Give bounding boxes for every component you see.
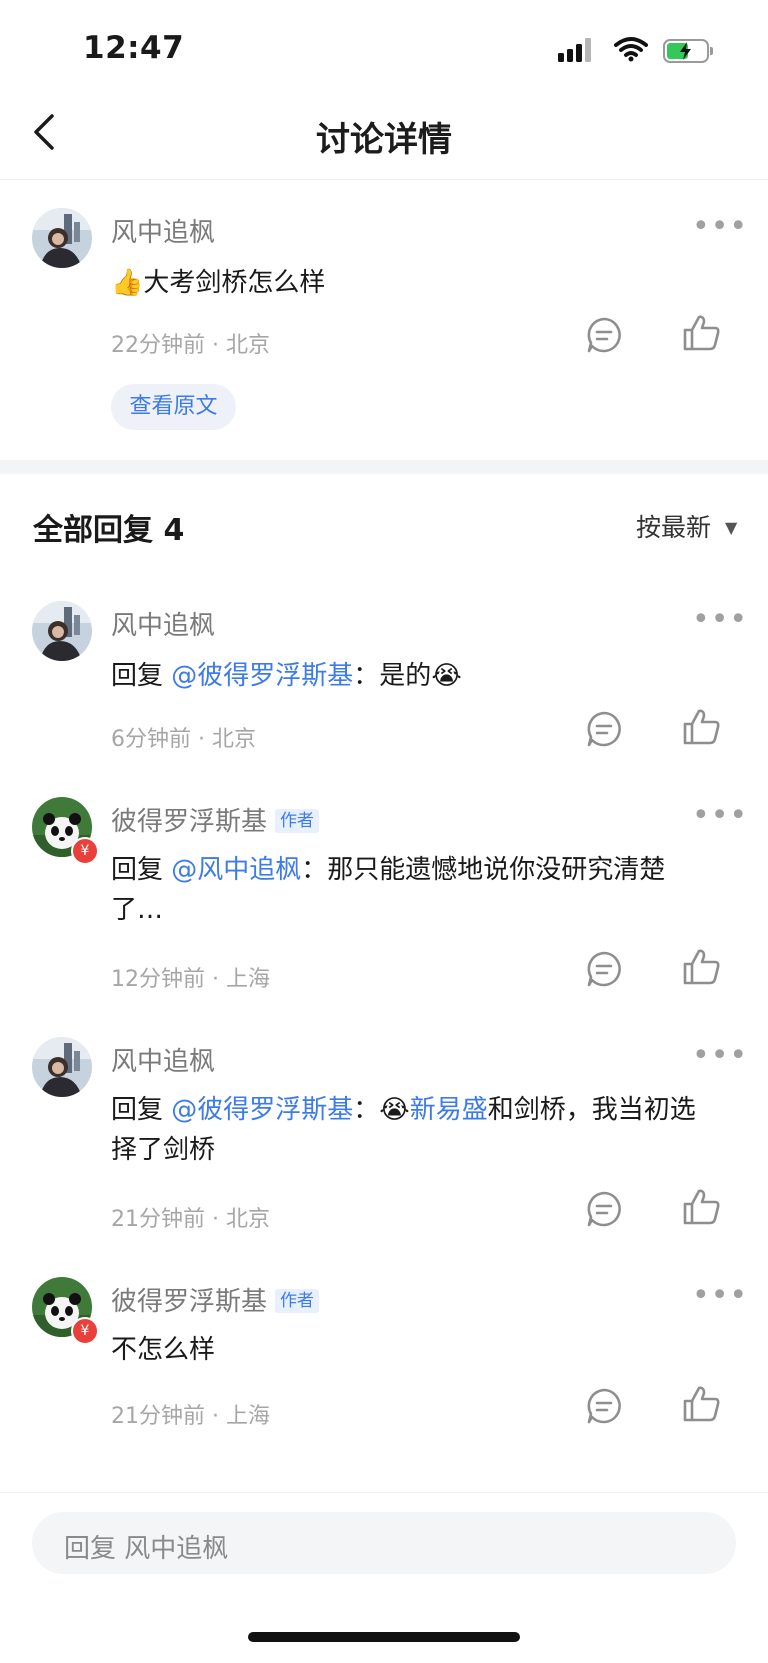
thumbs-up-icon [683, 1386, 720, 1422]
thumbs-up-icon [683, 949, 720, 985]
username[interactable]: 风中追枫 [111, 212, 215, 249]
sort-label: 按最新 [636, 513, 712, 542]
avatar[interactable] [32, 208, 92, 268]
comment-button[interactable] [585, 1190, 623, 1228]
comment-icon [587, 1191, 621, 1227]
reply-meta: 6分钟前 · 北京 [111, 727, 256, 752]
replies-count-title: 全部回复 4 [33, 513, 185, 548]
author-badge: 作者 [275, 1289, 320, 1313]
comment-icon [587, 317, 621, 353]
thumbs-up-icon [683, 709, 720, 745]
comment-icon [587, 951, 621, 987]
like-button[interactable] [682, 1384, 722, 1424]
comment-button[interactable] [585, 710, 623, 748]
reply-input-placeholder: 回复 风中追枫 [64, 1534, 229, 1564]
username-with-badge[interactable]: 彼得罗浮斯基 作者 [111, 801, 320, 838]
like-button[interactable] [682, 1187, 722, 1227]
comment-button[interactable] [585, 950, 623, 988]
status-time: 12:47 [83, 30, 185, 66]
username-with-badge[interactable]: 彼得罗浮斯基 作者 [111, 1281, 320, 1318]
avatar[interactable] [32, 601, 92, 661]
battery-icon [663, 39, 713, 63]
home-indicator[interactable] [248, 1632, 520, 1642]
cellular-signal-icon [558, 38, 594, 62]
reply-text: 回复 @彼得罗浮斯基：是的😭 [111, 661, 462, 691]
reply-text: 回复 @风中追枫：那只能遗憾地说你没研究清楚 了… [111, 855, 666, 925]
reply-meta: 21分钟前 · 上海 [111, 1404, 270, 1429]
crying-emoji: 😭 [379, 1095, 410, 1125]
like-button[interactable] [682, 947, 722, 987]
username[interactable]: 风中追枫 [111, 1041, 215, 1078]
crying-emoji: 😭 [431, 661, 462, 691]
more-options-icon[interactable]: ••• [692, 798, 748, 833]
thumbs-up-emoji: 👍 [111, 268, 144, 298]
more-options-icon[interactable]: ••• [692, 1278, 748, 1313]
mention-link[interactable]: @风中追枫 [171, 855, 301, 885]
username[interactable]: 风中追枫 [111, 605, 215, 642]
bottom-divider [0, 1492, 768, 1493]
like-button[interactable] [682, 313, 722, 353]
nav-divider [0, 179, 768, 180]
mention-link[interactable]: @彼得罗浮斯基 [171, 1095, 353, 1125]
triangle-down-icon: ▼ [724, 518, 738, 537]
sort-dropdown[interactable]: 按最新 ▼ [636, 508, 737, 544]
wifi-icon [614, 36, 648, 66]
comment-icon [587, 711, 621, 747]
post-text: 👍大考剑桥怎么样 [111, 268, 326, 298]
thumbs-up-icon [683, 1189, 720, 1225]
comment-icon [587, 1388, 621, 1424]
more-options-icon[interactable]: ••• [692, 1038, 748, 1073]
thumbs-up-icon [683, 315, 720, 351]
section-separator [0, 460, 768, 474]
post-meta: 22分钟前 · 北京 [111, 333, 270, 358]
comment-button[interactable] [585, 1387, 623, 1425]
currency-badge-icon: ¥ [71, 837, 99, 865]
comment-button[interactable] [585, 316, 623, 354]
author-badge: 作者 [275, 809, 320, 833]
page-title: 讨论详情 [316, 120, 452, 160]
reply-text: 回复 @彼得罗浮斯基：😭新易盛和剑桥，我当初选 择了剑桥 [111, 1095, 696, 1165]
reply-text: 不怎么样 [111, 1335, 216, 1365]
avatar[interactable] [32, 1037, 92, 1097]
like-button[interactable] [682, 707, 722, 747]
more-options-icon[interactable]: ••• [692, 602, 748, 637]
mention-link[interactable]: @彼得罗浮斯基 [171, 661, 353, 691]
stock-link[interactable]: 新易盛 [410, 1095, 488, 1125]
reply-meta: 12分钟前 · 上海 [111, 967, 270, 992]
view-original-button[interactable]: 查看原文 [111, 384, 236, 430]
currency-badge-icon: ¥ [71, 1317, 99, 1345]
reply-meta: 21分钟前 · 北京 [111, 1207, 270, 1232]
charging-bolt-icon [680, 42, 691, 60]
more-options-icon[interactable]: ••• [692, 209, 748, 244]
